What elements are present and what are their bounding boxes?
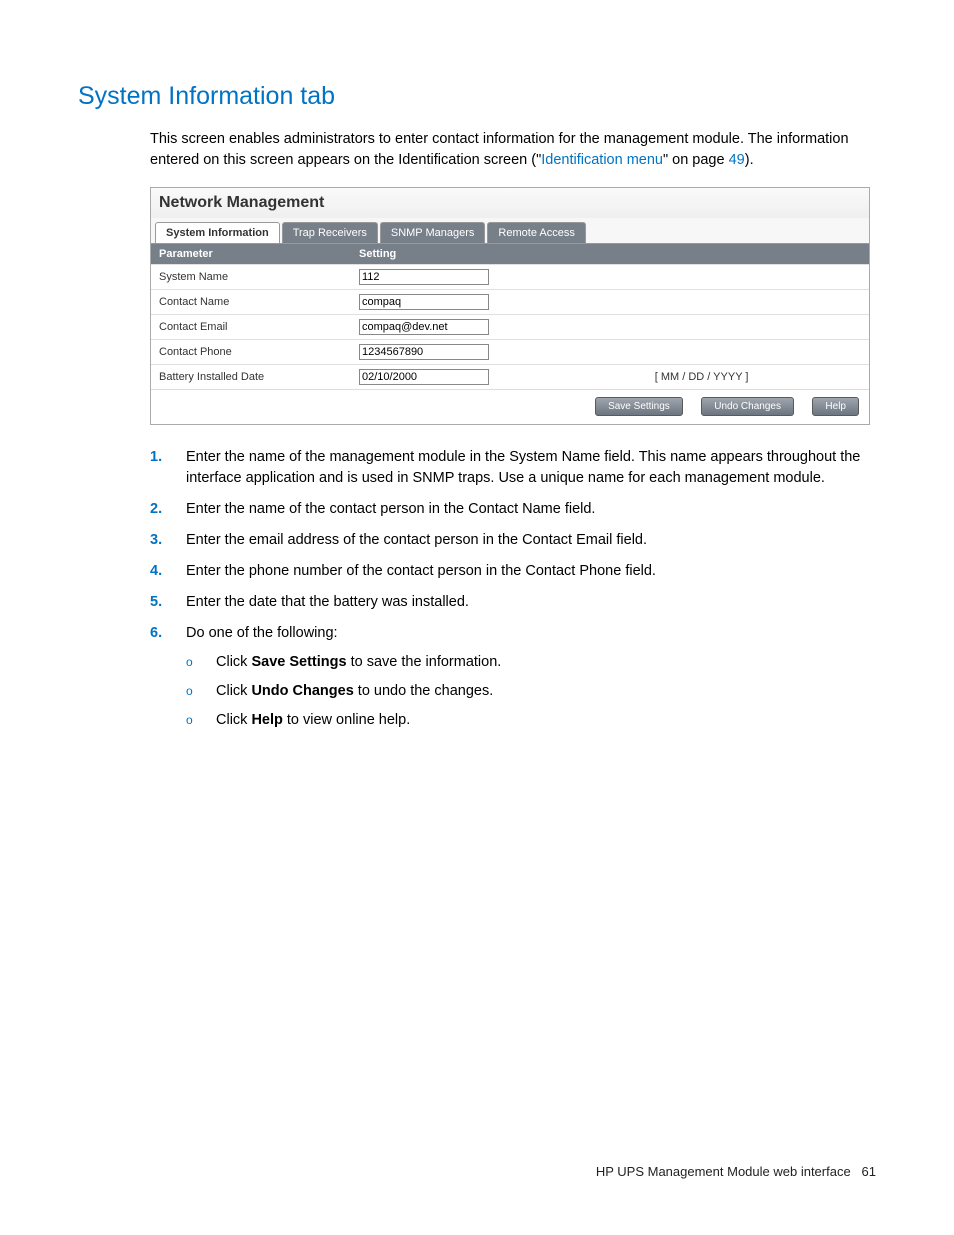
- step-1: 1. Enter the name of the management modu…: [150, 447, 876, 489]
- sub-post: to view online help.: [283, 712, 410, 728]
- sub-bold: Save Settings: [251, 654, 346, 670]
- bullet-icon: o: [186, 681, 216, 702]
- table-row: System Name: [151, 265, 869, 290]
- param-contact-phone: Contact Phone: [151, 340, 351, 365]
- tab-snmp-managers[interactable]: SNMP Managers: [380, 222, 486, 243]
- step-5: 5. Enter the date that the battery was i…: [150, 592, 876, 613]
- footer-text: HP UPS Management Module web interface: [596, 1164, 851, 1179]
- intro-post1: " on page: [663, 152, 729, 168]
- step-text: Enter the name of the contact person in …: [186, 499, 876, 520]
- sub-post: to save the information.: [347, 654, 502, 670]
- step-number: 6.: [150, 623, 186, 739]
- step-3: 3. Enter the email address of the contac…: [150, 530, 876, 551]
- page-footer: HP UPS Management Module web interface 6…: [596, 1164, 876, 1179]
- contact-phone-input[interactable]: [359, 344, 489, 360]
- date-hint: [ MM / DD / YYYY ]: [647, 365, 869, 390]
- tab-system-information[interactable]: System Information: [155, 222, 280, 243]
- sub-post: to undo the changes.: [354, 683, 493, 699]
- step-text: Enter the name of the management module …: [186, 447, 876, 489]
- step-4: 4. Enter the phone number of the contact…: [150, 561, 876, 582]
- sub-pre: Click: [216, 712, 251, 728]
- intro-paragraph: This screen enables administrators to en…: [150, 129, 876, 171]
- intro-post2: ).: [745, 152, 754, 168]
- col-setting: Setting: [351, 244, 869, 265]
- step-text: Enter the email address of the contact p…: [186, 530, 876, 551]
- tab-bar: System Information Trap Receivers SNMP M…: [151, 218, 869, 243]
- sub-bold: Help: [251, 712, 282, 728]
- substep: o Click Save Settings to save the inform…: [186, 652, 876, 673]
- hint-cell: [647, 315, 869, 340]
- settings-table: Parameter Setting System Name Contact Na…: [151, 243, 869, 389]
- param-contact-email: Contact Email: [151, 315, 351, 340]
- battery-date-input[interactable]: [359, 369, 489, 385]
- step-number: 3.: [150, 530, 186, 551]
- hint-cell: [647, 340, 869, 365]
- table-row: Contact Phone: [151, 340, 869, 365]
- page-ref-link[interactable]: 49: [729, 152, 745, 168]
- contact-email-input[interactable]: [359, 319, 489, 335]
- substep: o Click Undo Changes to undo the changes…: [186, 681, 876, 702]
- network-management-screenshot: Network Management System Information Tr…: [150, 187, 870, 425]
- action-bar: Save Settings Undo Changes Help: [151, 389, 869, 424]
- contact-name-input[interactable]: [359, 294, 489, 310]
- sub-bold: Undo Changes: [251, 683, 353, 699]
- footer-page-number: 61: [862, 1164, 876, 1179]
- table-row: Battery Installed Date [ MM / DD / YYYY …: [151, 365, 869, 390]
- param-system-name: System Name: [151, 265, 351, 290]
- substep: o Click Help to view online help.: [186, 710, 876, 731]
- system-name-input[interactable]: [359, 269, 489, 285]
- sub-pre: Click: [216, 683, 251, 699]
- section-heading: System Information tab: [78, 82, 876, 111]
- table-row: Contact Name: [151, 290, 869, 315]
- bullet-icon: o: [186, 710, 216, 731]
- panel-title: Network Management: [151, 188, 869, 218]
- step-number: 5.: [150, 592, 186, 613]
- step-2: 2. Enter the name of the contact person …: [150, 499, 876, 520]
- help-button[interactable]: Help: [812, 397, 859, 416]
- step-text: Enter the date that the battery was inst…: [186, 592, 876, 613]
- step-number: 4.: [150, 561, 186, 582]
- hint-cell: [647, 290, 869, 315]
- step-text: Enter the phone number of the contact pe…: [186, 561, 876, 582]
- hint-cell: [647, 265, 869, 290]
- param-contact-name: Contact Name: [151, 290, 351, 315]
- tab-trap-receivers[interactable]: Trap Receivers: [282, 222, 378, 243]
- instruction-steps: 1. Enter the name of the management modu…: [150, 447, 876, 739]
- identification-menu-link[interactable]: Identification menu: [541, 152, 663, 168]
- param-battery-date: Battery Installed Date: [151, 365, 351, 390]
- bullet-icon: o: [186, 652, 216, 673]
- table-row: Contact Email: [151, 315, 869, 340]
- sub-pre: Click: [216, 654, 251, 670]
- step-number: 1.: [150, 447, 186, 489]
- col-parameter: Parameter: [151, 244, 351, 265]
- step-6: 6. Do one of the following: o Click Save…: [150, 623, 876, 739]
- undo-changes-button[interactable]: Undo Changes: [701, 397, 794, 416]
- tab-remote-access[interactable]: Remote Access: [487, 222, 585, 243]
- step-text: Do one of the following:: [186, 625, 338, 641]
- step-number: 2.: [150, 499, 186, 520]
- save-settings-button[interactable]: Save Settings: [595, 397, 683, 416]
